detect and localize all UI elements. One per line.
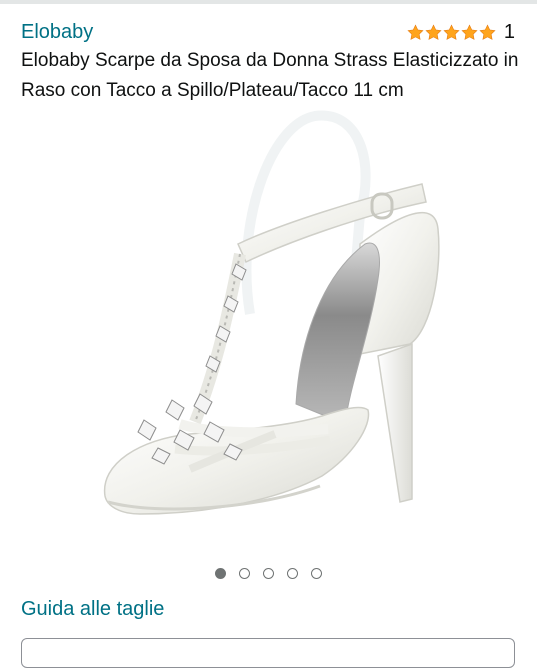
size-selector[interactable] bbox=[21, 638, 515, 668]
gallery-dot[interactable] bbox=[311, 567, 322, 579]
star-icon bbox=[407, 23, 424, 40]
star-icon bbox=[425, 23, 442, 40]
star-icon bbox=[479, 23, 496, 40]
gallery-pagination[interactable] bbox=[0, 563, 537, 583]
top-divider bbox=[0, 0, 537, 4]
size-guide-link[interactable]: Guida alle taglie bbox=[21, 596, 164, 622]
star-icon bbox=[443, 23, 460, 40]
brand-link[interactable]: Elobaby bbox=[21, 20, 93, 44]
gallery-dot[interactable] bbox=[287, 567, 298, 579]
gallery-dot[interactable] bbox=[215, 567, 226, 579]
product-image[interactable] bbox=[60, 104, 478, 554]
star-icon bbox=[461, 23, 478, 40]
rating-count: 1 bbox=[503, 21, 515, 43]
gallery-dot[interactable] bbox=[239, 567, 250, 579]
gallery-dot[interactable] bbox=[263, 567, 274, 579]
star-rating bbox=[407, 23, 496, 41]
product-title: Elobaby Scarpe da Sposa da Donna Strass … bbox=[21, 50, 519, 101]
rating-summary[interactable]: 1 bbox=[407, 19, 515, 45]
